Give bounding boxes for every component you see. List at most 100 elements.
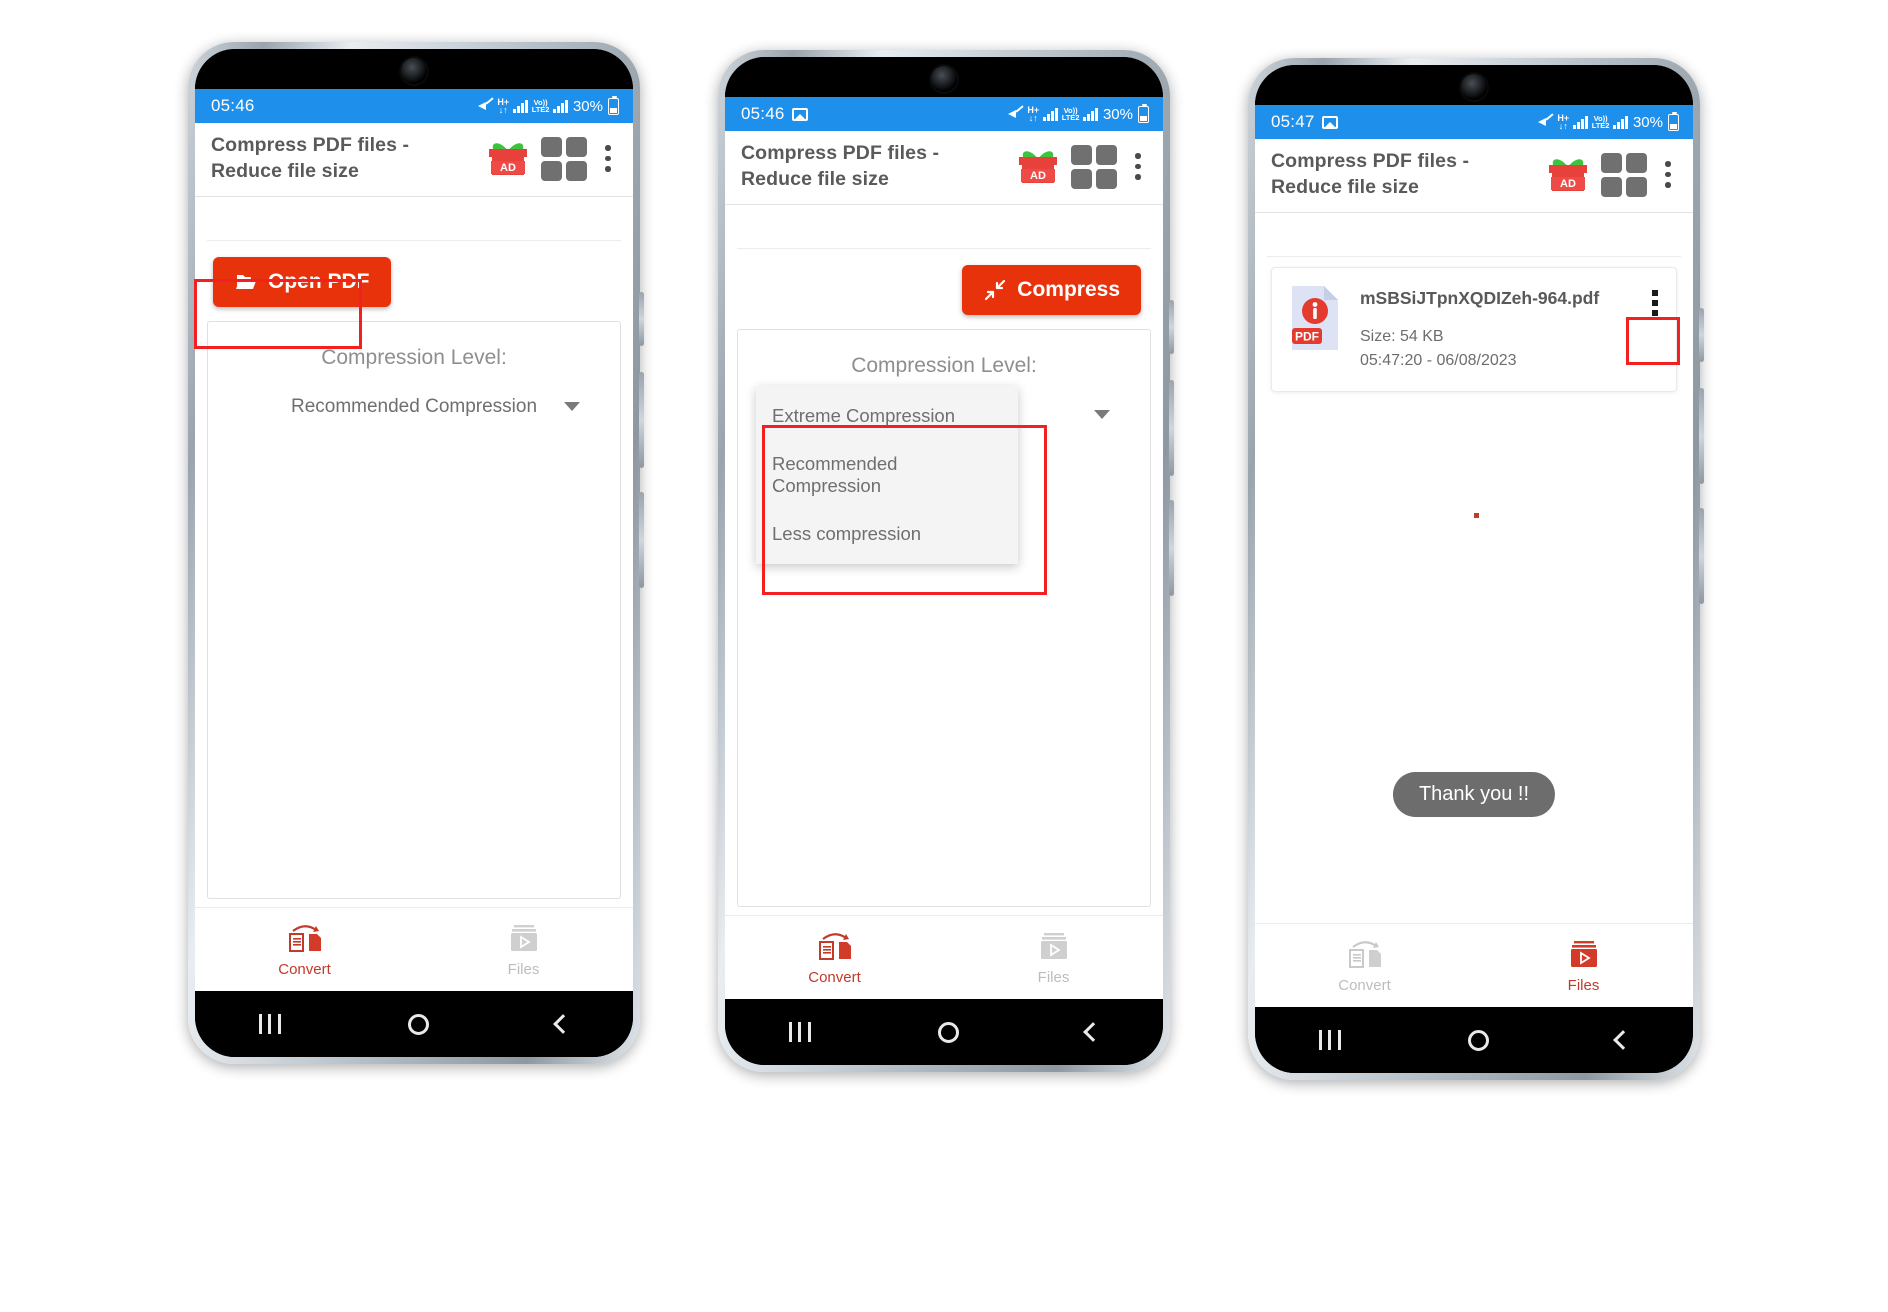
grid-apps-icon[interactable]: [1071, 144, 1117, 189]
battery-icon: [1138, 103, 1149, 123]
compression-panel: Compression Level: Recommended Compressi…: [737, 329, 1151, 907]
recents-icon[interactable]: [258, 1014, 281, 1034]
home-icon[interactable]: [937, 1021, 959, 1043]
status-clock: 05:46: [211, 96, 255, 115]
folder-open-icon: [236, 275, 256, 290]
file-overflow-menu[interactable]: [1642, 284, 1668, 322]
screen-content: PDF mSBSiJTpnXQDIZeh-964.pdf Size: 54 KB…: [1255, 213, 1693, 923]
svg-text:PDF: PDF: [1295, 330, 1319, 344]
file-timestamp: 05:47:20 - 06/08/2023: [1360, 352, 1517, 370]
compression-level-label: Compression Level:: [321, 346, 507, 370]
cursor-artifact: [1474, 513, 1479, 519]
volte-icon: Vo)) LTE2: [1591, 114, 1610, 130]
phone-2: 05:46 H+ ↓↑ Vo)) LTE2 30% Compress PDF fil…: [718, 50, 1174, 1072]
primary-action-row: Open PDF: [207, 241, 621, 317]
app-bar: Compress PDF files - Reduce file size AD: [725, 131, 1163, 206]
file-size: Size: 54 KB: [1360, 328, 1444, 346]
power-button[interactable]: [1699, 308, 1704, 362]
back-icon[interactable]: [1612, 1030, 1633, 1050]
mute-icon: [1008, 107, 1023, 121]
dropdown-option-recommended[interactable]: Recommended Compression: [756, 440, 1018, 510]
page-title: Compress PDF files - Reduce file size: [741, 142, 940, 190]
nav-item-convert[interactable]: Convert: [195, 908, 414, 991]
compression-level-spinner[interactable]: Recommended Compression: [208, 396, 620, 418]
screenshot-icon: [1321, 115, 1338, 129]
network-type-icon: H+ ↓↑: [1557, 113, 1570, 131]
status-clock: 05:47: [1271, 112, 1315, 131]
dropdown-option-less[interactable]: Less compression: [756, 510, 1018, 558]
page-title: Compress PDF files - Reduce file size: [211, 134, 410, 182]
overflow-menu-icon[interactable]: [597, 137, 619, 181]
chevron-down-icon: [564, 402, 580, 412]
nav-label-convert: Convert: [1338, 976, 1391, 994]
signal-bars-2-icon: [1613, 115, 1628, 129]
dropdown-option-extreme[interactable]: Extreme Compression: [756, 392, 1018, 440]
recents-icon[interactable]: [788, 1022, 811, 1042]
files-icon: [1031, 930, 1077, 964]
signal-bars-icon: [1573, 115, 1588, 129]
home-icon[interactable]: [407, 1013, 429, 1035]
screen-content: Compress Compression Level: Recommended …: [725, 205, 1163, 915]
convert-icon: [282, 922, 328, 956]
grid-apps-icon[interactable]: [541, 136, 587, 181]
front-camera: [931, 66, 957, 92]
gift-ad-icon[interactable]: AD: [485, 137, 531, 181]
nav-label-files: Files: [1567, 976, 1600, 994]
mute-icon: [478, 99, 493, 113]
file-list-item[interactable]: PDF mSBSiJTpnXQDIZeh-964.pdf Size: 54 KB…: [1271, 267, 1677, 392]
android-system-bar: [195, 991, 633, 1057]
status-bar: 05:46 H+ ↓↑ Vo)) LTE2 30%: [195, 89, 633, 123]
volume-down-button[interactable]: [639, 492, 644, 588]
volume-up-button[interactable]: [1699, 388, 1704, 484]
nav-item-files[interactable]: Files: [1474, 924, 1693, 1007]
chevron-down-icon: [1094, 410, 1110, 420]
bottom-navigation: Convert Files: [725, 915, 1163, 999]
back-icon[interactable]: [1082, 1022, 1103, 1042]
back-icon[interactable]: [552, 1014, 573, 1034]
nav-item-convert[interactable]: Convert: [725, 916, 944, 999]
phone-1: 05:46 H+ ↓↑ Vo)) LTE2 30% Compress PDF fil…: [188, 42, 644, 1064]
bottom-navigation: Convert Files: [195, 907, 633, 991]
gift-ad-icon[interactable]: AD: [1545, 153, 1591, 197]
nav-item-files[interactable]: Files: [414, 908, 633, 991]
svg-text:AD: AD: [500, 162, 516, 174]
status-bar: 05:47 H+ ↓↑ Vo)) LTE2 30%: [1255, 105, 1693, 139]
signal-bars-2-icon: [553, 99, 568, 113]
open-pdf-button[interactable]: Open PDF: [213, 257, 391, 308]
compress-button[interactable]: Compress: [962, 265, 1141, 316]
overflow-menu-icon[interactable]: [1657, 153, 1679, 197]
volume-down-button[interactable]: [1699, 508, 1704, 604]
nav-label-files: Files: [1037, 968, 1070, 986]
volte-icon: Vo)) LTE2: [531, 98, 550, 114]
grid-apps-icon[interactable]: [1601, 152, 1647, 197]
convert-icon: [812, 930, 858, 964]
overflow-menu-icon[interactable]: [1127, 145, 1149, 189]
mute-icon: [1538, 115, 1553, 129]
network-type-icon: H+ ↓↑: [1027, 105, 1040, 123]
recents-icon[interactable]: [1318, 1030, 1341, 1050]
home-icon[interactable]: [1467, 1029, 1489, 1051]
app-bar: Compress PDF files - Reduce file size AD: [1255, 139, 1693, 214]
file-details: Size: 54 KB 05:47:20 - 06/08/2023: [1360, 325, 1628, 372]
primary-action-row: Compress: [737, 249, 1151, 325]
battery-percent: 30%: [1632, 113, 1663, 131]
compression-dropdown-list[interactable]: Extreme Compression Recommended Compress…: [756, 386, 1018, 565]
nav-item-convert[interactable]: Convert: [1255, 924, 1474, 1007]
compress-arrows-icon: [985, 280, 1006, 301]
volume-down-button[interactable]: [1169, 500, 1174, 596]
nav-item-files[interactable]: Files: [944, 916, 1163, 999]
gift-ad-icon[interactable]: AD: [1015, 145, 1061, 189]
signal-bars-icon: [513, 99, 528, 113]
svg-text:AD: AD: [1030, 170, 1046, 182]
volume-up-button[interactable]: [1169, 380, 1174, 476]
power-button[interactable]: [639, 292, 644, 346]
convert-icon: [1342, 938, 1388, 972]
volume-up-button[interactable]: [639, 372, 644, 468]
file-name: mSBSiJTpnXQDIZeh-964.pdf: [1360, 288, 1600, 309]
volte-icon: Vo)) LTE2: [1061, 106, 1080, 122]
file-meta: mSBSiJTpnXQDIZeh-964.pdf Size: 54 KB 05:…: [1360, 284, 1628, 372]
compression-selected-value: Recommended Compression: [290, 396, 538, 418]
signal-bars-2-icon: [1083, 107, 1098, 121]
power-button[interactable]: [1169, 300, 1174, 354]
content-top-spacer: [207, 197, 621, 242]
